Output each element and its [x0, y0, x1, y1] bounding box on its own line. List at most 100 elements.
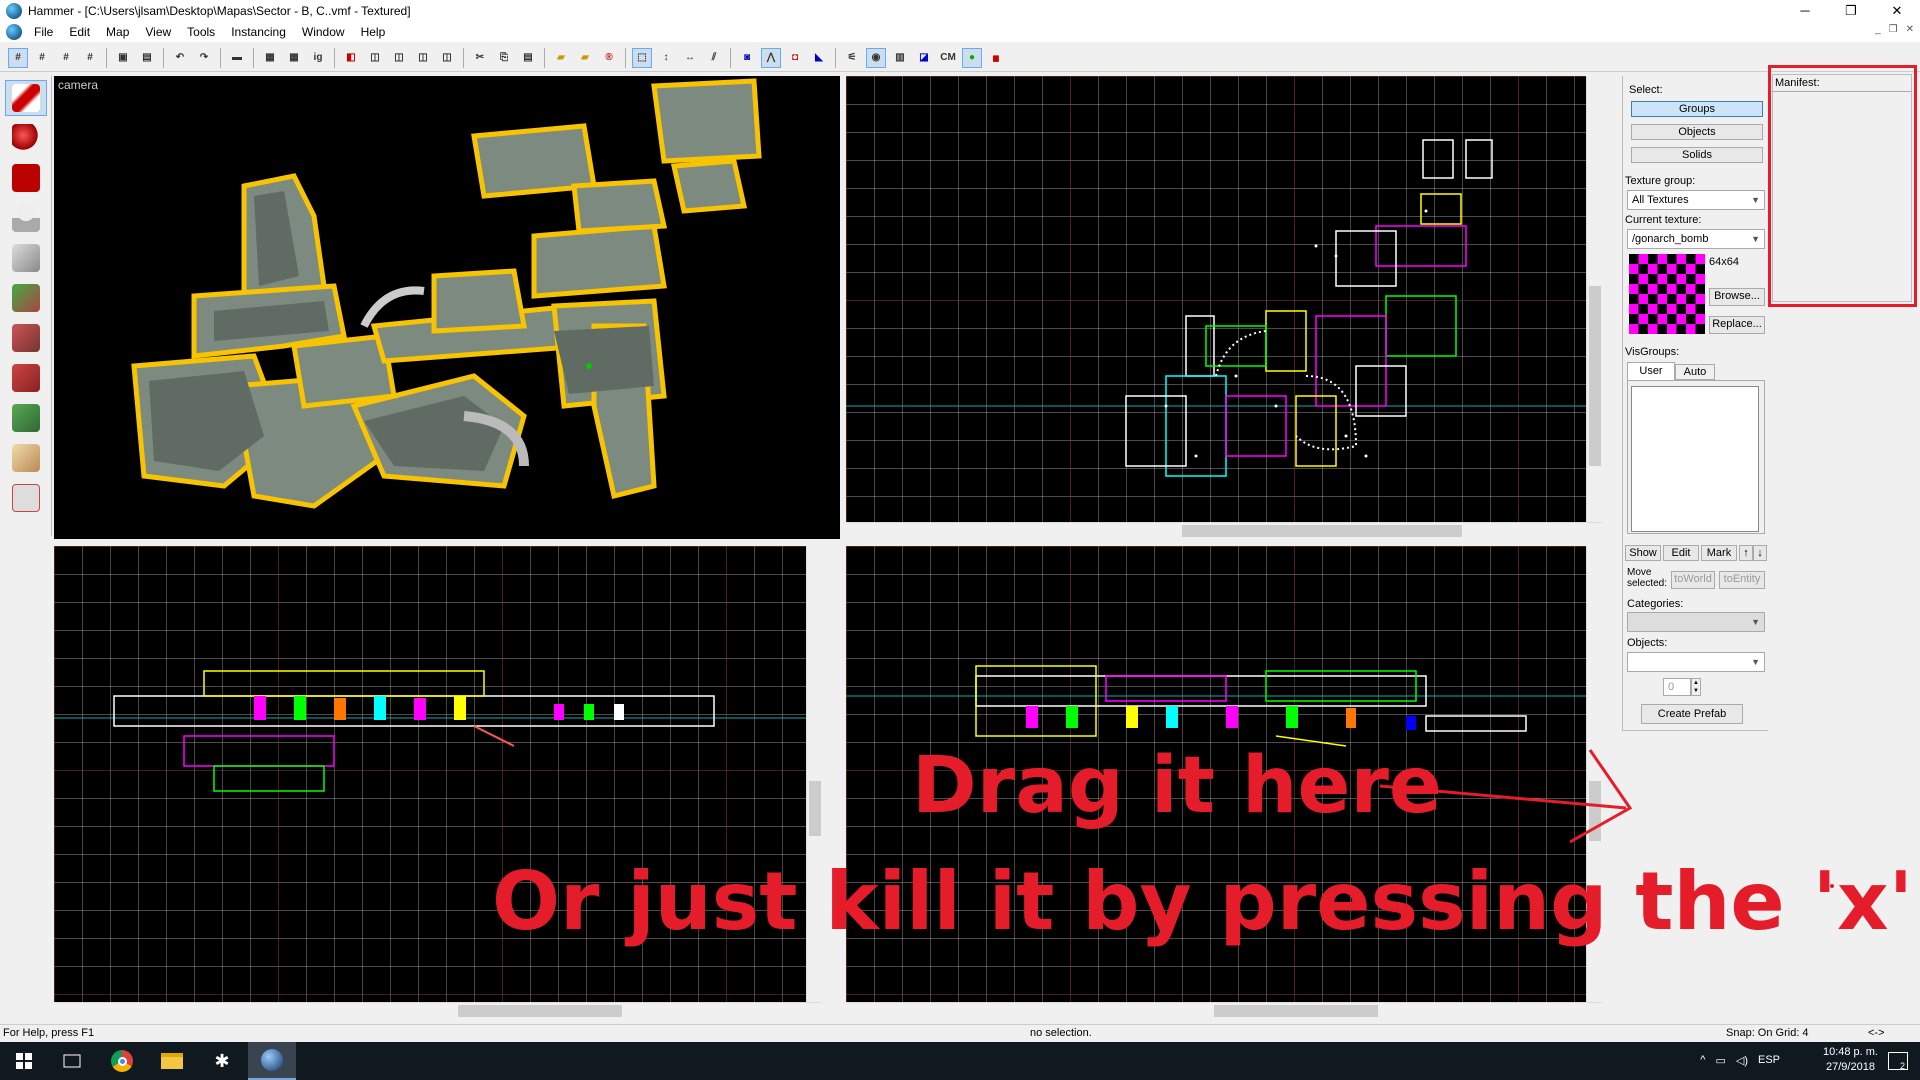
carve-icon[interactable]: ◧: [341, 48, 361, 68]
selection-tool[interactable]: [5, 80, 47, 116]
toggle-3d-icon[interactable]: ◣: [809, 48, 829, 68]
mdi-minimize-button[interactable]: _: [1875, 24, 1881, 35]
helpers-icon[interactable]: ⋀: [761, 47, 781, 68]
maximize-button[interactable]: ❐: [1828, 0, 1874, 22]
unhide-icon[interactable]: ▦: [284, 48, 304, 68]
make-hollow-icon[interactable]: ◫: [365, 48, 385, 68]
mdi-restore-button[interactable]: ❐: [1889, 24, 1898, 35]
grid-3d-icon[interactable]: #: [32, 48, 52, 68]
visgroups-list[interactable]: [1631, 386, 1759, 532]
decal-tool[interactable]: [5, 360, 47, 396]
camera-tool[interactable]: [5, 160, 47, 196]
entity-tool[interactable]: [5, 200, 47, 236]
visgroup-edit-button[interactable]: Edit: [1663, 545, 1699, 561]
to-world-button[interactable]: toWorld: [1671, 571, 1715, 589]
menu-file[interactable]: File: [26, 25, 61, 39]
select-solids-button[interactable]: Solids: [1631, 147, 1763, 163]
steam-app-icon[interactable]: ✱: [198, 1042, 246, 1080]
side-view-hscroll[interactable]: [54, 1002, 822, 1018]
overlay-tool[interactable]: [5, 400, 47, 436]
menu-edit[interactable]: Edit: [61, 25, 98, 39]
minimize-button[interactable]: ─: [1782, 0, 1828, 22]
chevron-up-icon[interactable]: ^: [1700, 1054, 1705, 1067]
menu-window[interactable]: Window: [294, 25, 353, 39]
top-2d-viewport[interactable]: [846, 76, 1602, 523]
menu-map[interactable]: Map: [98, 25, 137, 39]
paste-icon[interactable]: ▤: [518, 48, 538, 68]
close-button[interactable]: ✕: [1874, 0, 1920, 22]
menu-view[interactable]: View: [137, 25, 179, 39]
block-tool[interactable]: [5, 240, 47, 276]
cut-icon[interactable]: ✂: [470, 48, 490, 68]
ignore-groups-icon[interactable]: ig: [308, 48, 328, 68]
top-view-hscroll[interactable]: [846, 522, 1602, 538]
categories-select[interactable]: ▼: [1627, 612, 1765, 632]
no-draw-icon[interactable]: ▆: [986, 48, 1006, 68]
menu-tools[interactable]: Tools: [179, 25, 223, 39]
move-down-icon[interactable]: ↓: [1753, 545, 1767, 561]
create-prefab-button[interactable]: Create Prefab: [1641, 704, 1743, 724]
vertex-tool[interactable]: [5, 480, 47, 516]
visgroup-filter-icon[interactable]: ⚟: [842, 48, 862, 68]
run-map-icon[interactable]: ▬: [227, 48, 247, 68]
select-objects-button[interactable]: Objects: [1631, 124, 1763, 140]
tie-entity-icon[interactable]: ◫: [389, 48, 409, 68]
copy-icon[interactable]: ⎘: [494, 48, 514, 68]
group-icon[interactable]: ▣: [113, 48, 133, 68]
undo-icon[interactable]: ↶: [170, 48, 190, 68]
move-world-icon[interactable]: ◫: [413, 48, 433, 68]
radar-icon[interactable]: ◉: [866, 47, 886, 68]
tab-auto[interactable]: Auto: [1675, 364, 1715, 380]
move-up-icon[interactable]: ↑: [1739, 545, 1753, 561]
ungroup-icon[interactable]: ▤: [137, 48, 157, 68]
notifications-icon[interactable]: 2: [1888, 1052, 1908, 1071]
texture-application-tool[interactable]: [5, 280, 47, 316]
flip-horizontal-icon[interactable]: ↔: [680, 48, 700, 68]
objects-select[interactable]: ▼: [1627, 652, 1765, 672]
replace-button[interactable]: Replace...: [1709, 316, 1765, 334]
camera-viewport[interactable]: camera: [54, 76, 840, 539]
visgroup-mark-button[interactable]: Mark: [1701, 545, 1737, 561]
browse-button[interactable]: Browse...: [1709, 288, 1765, 306]
objects-count-field[interactable]: 0: [1663, 678, 1691, 696]
hide-icon[interactable]: ▦: [260, 48, 280, 68]
select-groups-button[interactable]: Groups: [1631, 101, 1763, 117]
to-entity-button[interactable]: toEntity: [1719, 571, 1765, 589]
visgroup-show-button[interactable]: Show: [1625, 545, 1661, 561]
cubes-icon[interactable]: ◪: [914, 48, 934, 68]
document-icon[interactable]: [6, 24, 22, 40]
top-view-vscroll[interactable]: [1586, 76, 1602, 523]
magnify-tool[interactable]: [5, 120, 47, 156]
grid-larger-icon[interactable]: #: [80, 48, 100, 68]
redo-icon[interactable]: ↷: [194, 48, 214, 68]
menu-instancing[interactable]: Instancing: [223, 25, 294, 39]
record-icon[interactable]: ®: [599, 48, 619, 68]
grid-overlay-icon[interactable]: ▥: [890, 48, 910, 68]
language-indicator[interactable]: ESP: [1758, 1054, 1780, 1067]
grid-toggle-icon[interactable]: #: [8, 47, 28, 68]
display-models-icon[interactable]: ◙: [737, 48, 757, 68]
grid-smaller-icon[interactable]: #: [56, 48, 76, 68]
flip-vertical-icon[interactable]: ↕: [656, 48, 676, 68]
texture-group-select[interactable]: All Textures ▼: [1627, 190, 1765, 210]
file-explorer-icon[interactable]: [148, 1042, 196, 1080]
windows-start-icon[interactable]: [0, 1042, 48, 1080]
green-globe-icon[interactable]: ●: [962, 47, 982, 68]
clip-icon[interactable]: ◫: [437, 48, 457, 68]
align-icon[interactable]: ⫽: [704, 48, 724, 68]
autovis-icon[interactable]: ◘: [785, 48, 805, 68]
hammer-taskbar-icon[interactable]: [248, 1042, 296, 1080]
chrome-icon[interactable]: [98, 1042, 146, 1080]
current-texture-select[interactable]: /gonarch_bomb ▼: [1627, 229, 1765, 249]
apply-texture-tool[interactable]: [5, 320, 47, 356]
texture-lock-icon[interactable]: ▰: [551, 48, 571, 68]
menu-help[interactable]: Help: [353, 25, 394, 39]
spinner-icon[interactable]: ▲ ▼: [1691, 678, 1701, 696]
clipping-tool[interactable]: [5, 440, 47, 476]
clock[interactable]: 10:48 p. m. 27/9/2018: [1823, 1045, 1878, 1075]
network-icon[interactable]: ▭: [1715, 1054, 1725, 1067]
front-view-hscroll[interactable]: [846, 1002, 1602, 1018]
tab-user[interactable]: User: [1627, 362, 1675, 380]
mdi-close-button[interactable]: ✕: [1906, 24, 1914, 35]
texture-scale-lock-icon[interactable]: ▰: [575, 48, 595, 68]
